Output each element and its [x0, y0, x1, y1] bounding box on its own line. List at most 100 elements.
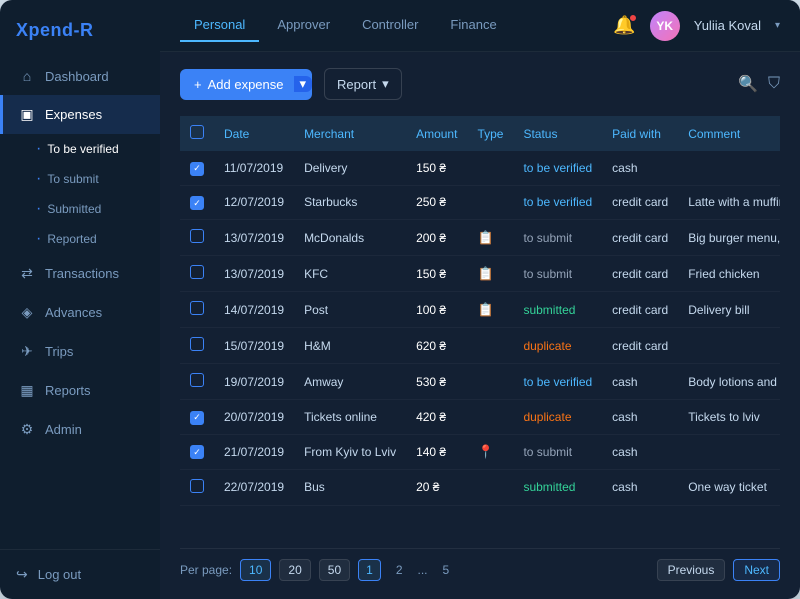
- per-page-50[interactable]: 50: [319, 559, 350, 581]
- cell-date: 21/07/2019: [214, 434, 294, 469]
- cell-paid-with: credit card: [602, 220, 678, 256]
- cell-merchant: H&M: [294, 328, 406, 364]
- report-button[interactable]: Report ▾: [324, 68, 402, 100]
- cell-amount: 20 ₴: [406, 469, 467, 505]
- row-checkbox[interactable]: [190, 337, 204, 351]
- reports-icon: ▦: [19, 382, 35, 399]
- cell-date: 13/07/2019: [214, 256, 294, 292]
- col-type: Type: [467, 116, 513, 151]
- page-dots: ...: [418, 563, 428, 577]
- per-page-20[interactable]: 20: [279, 559, 310, 581]
- cell-type: [467, 469, 513, 505]
- cell-comment: Big burger menu, cola light: [678, 220, 780, 256]
- logout-icon: ↪: [16, 566, 28, 583]
- row-checkbox[interactable]: [190, 229, 204, 243]
- cell-merchant: McDonalds: [294, 220, 406, 256]
- cell-paid-with: cash: [602, 434, 678, 469]
- sidebar-item-admin[interactable]: ⚙ Admin: [0, 410, 160, 449]
- sidebar-item-expenses[interactable]: ▣ Expenses: [0, 95, 160, 134]
- report-chevron-icon: ▾: [382, 76, 389, 92]
- col-status: Status: [513, 116, 602, 151]
- page-1[interactable]: 1: [358, 559, 381, 581]
- row-checkbox[interactable]: [190, 479, 204, 493]
- cell-merchant: Delivery: [294, 151, 406, 185]
- sidebar-nav: ⌂ Dashboard ▣ Expenses To be verified To…: [0, 57, 160, 549]
- filter-button[interactable]: ⛉: [768, 75, 780, 93]
- chevron-down-icon[interactable]: ▾: [775, 20, 780, 31]
- tab-controller[interactable]: Controller: [348, 9, 432, 42]
- page-5[interactable]: 5: [436, 560, 457, 580]
- tab-personal[interactable]: Personal: [180, 9, 259, 42]
- sidebar-item-transactions[interactable]: ⇄ Transactions: [0, 254, 160, 293]
- cell-comment: [678, 434, 780, 469]
- trips-icon: ✈: [19, 343, 35, 360]
- row-checkbox[interactable]: [190, 301, 204, 315]
- sidebar-item-label: Trips: [45, 344, 73, 359]
- submenu-submitted[interactable]: Submitted: [36, 194, 160, 224]
- page-2[interactable]: 2: [389, 560, 410, 580]
- file-icon: ▣: [19, 106, 35, 123]
- row-checkbox[interactable]: [190, 411, 204, 425]
- row-checkbox[interactable]: [190, 445, 204, 459]
- next-page-button[interactable]: Next: [733, 559, 780, 581]
- logout-button[interactable]: ↪ Log out: [0, 549, 160, 599]
- cell-date: 15/07/2019: [214, 328, 294, 364]
- logout-label: Log out: [38, 567, 81, 582]
- table-row: 20/07/2019Tickets online420 ₴duplicateca…: [180, 400, 780, 435]
- notification-bell[interactable]: 🔔: [613, 15, 635, 36]
- topnav-right: 🔔 YK Yuliia Koval ▾: [613, 11, 780, 41]
- sidebar-item-label: Expenses: [45, 107, 102, 122]
- user-name: Yuliia Koval: [694, 18, 761, 33]
- cell-amount: 150 ₴: [406, 256, 467, 292]
- toolbar-right: 🔍 ⛉: [738, 74, 780, 94]
- sidebar-item-reports[interactable]: ▦ Reports: [0, 371, 160, 410]
- expenses-table: Date Merchant Amount Type Status Paid wi…: [180, 116, 780, 548]
- select-all-checkbox[interactable]: [190, 125, 204, 139]
- tab-finance[interactable]: Finance: [436, 9, 510, 42]
- cell-amount: 100 ₴: [406, 292, 467, 328]
- add-expense-dropdown-arrow[interactable]: ▾: [294, 76, 313, 92]
- cell-date: 20/07/2019: [214, 400, 294, 435]
- cell-paid-with: credit card: [602, 256, 678, 292]
- row-checkbox[interactable]: [190, 373, 204, 387]
- transactions-icon: ⇄: [19, 265, 35, 282]
- cell-amount: 140 ₴: [406, 434, 467, 469]
- cell-type: 📋: [467, 256, 513, 292]
- col-comment: Comment: [678, 116, 780, 151]
- search-button[interactable]: 🔍: [738, 74, 758, 94]
- sidebar-item-dashboard[interactable]: ⌂ Dashboard: [0, 57, 160, 95]
- document-icon: 📋: [477, 230, 493, 245]
- submenu-to-submit[interactable]: To submit: [36, 164, 160, 194]
- sidebar-item-label: Reports: [45, 383, 91, 398]
- table-row: 15/07/2019H&M620 ₴duplicatecredit card: [180, 328, 780, 364]
- cell-amount: 200 ₴: [406, 220, 467, 256]
- cell-date: 13/07/2019: [214, 220, 294, 256]
- sidebar-item-label: Transactions: [45, 266, 119, 281]
- cell-amount: 530 ₴: [406, 364, 467, 400]
- previous-page-button[interactable]: Previous: [657, 559, 726, 581]
- cell-type: [467, 364, 513, 400]
- cell-type: 📋: [467, 220, 513, 256]
- cell-paid-with: cash: [602, 364, 678, 400]
- submenu-reported[interactable]: Reported: [36, 224, 160, 254]
- cell-comment: [678, 151, 780, 185]
- row-checkbox[interactable]: [190, 265, 204, 279]
- sidebar-item-trips[interactable]: ✈ Trips: [0, 332, 160, 371]
- cell-paid-with: cash: [602, 469, 678, 505]
- cell-date: 11/07/2019: [214, 151, 294, 185]
- add-expense-button[interactable]: + Add expense ▾: [180, 69, 312, 100]
- row-checkbox[interactable]: [190, 196, 204, 210]
- sidebar-item-advances[interactable]: ◈ Advances: [0, 293, 160, 332]
- table-row: 11/07/2019Delivery150 ₴to be verifiedcas…: [180, 151, 780, 185]
- col-amount: Amount: [406, 116, 467, 151]
- document-icon: 📋: [477, 302, 493, 317]
- cell-status: to be verified: [513, 151, 602, 185]
- row-checkbox[interactable]: [190, 162, 204, 176]
- cell-merchant: Tickets online: [294, 400, 406, 435]
- tab-approver[interactable]: Approver: [263, 9, 344, 42]
- cell-comment: Body lotions and scrub: [678, 364, 780, 400]
- submenu-to-be-verified[interactable]: To be verified: [36, 134, 160, 164]
- per-page-10[interactable]: 10: [240, 559, 271, 581]
- cell-amount: 150 ₴: [406, 151, 467, 185]
- cell-paid-with: credit card: [602, 328, 678, 364]
